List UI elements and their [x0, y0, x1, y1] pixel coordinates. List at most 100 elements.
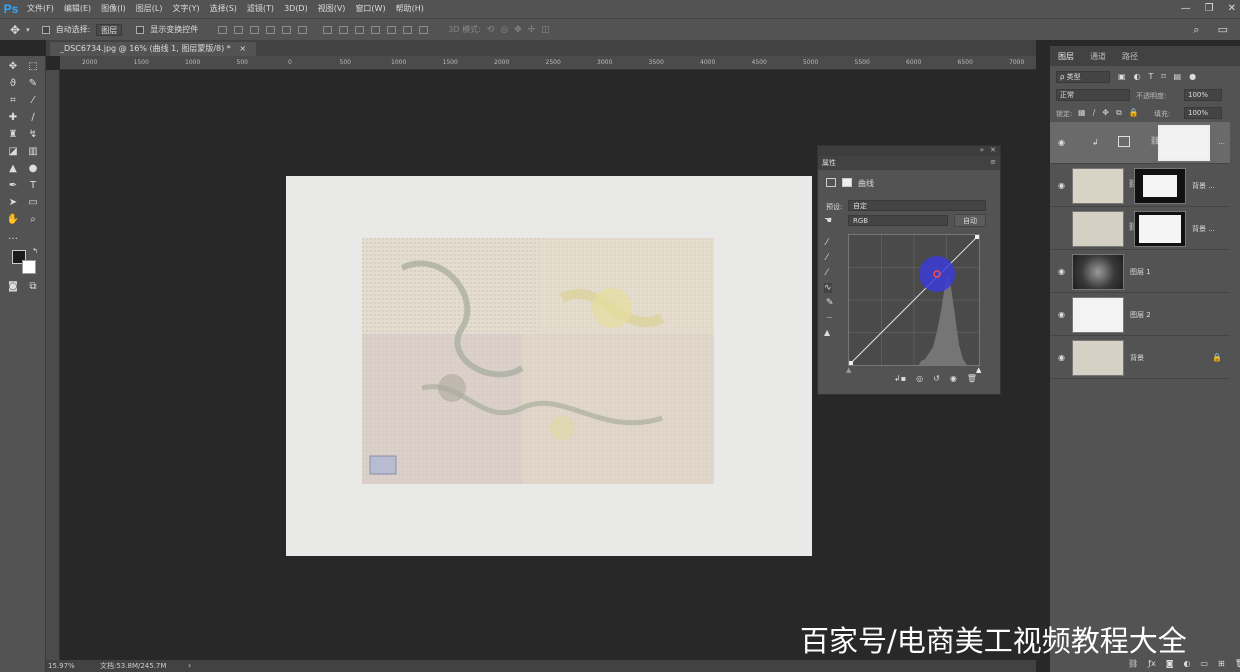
quick-select-tool-icon[interactable]: ✎: [26, 77, 40, 91]
close-panel-icon[interactable]: ✕: [990, 146, 996, 154]
opacity-input[interactable]: 100%: [1184, 89, 1222, 101]
zoom-tool-icon[interactable]: ⌕: [26, 213, 40, 227]
distribute-hcenter-icon[interactable]: [387, 25, 397, 34]
marquee-tool-icon[interactable]: ⬚: [26, 60, 40, 74]
menu-help[interactable]: 帮助(H): [391, 0, 429, 18]
layer-row-curves[interactable]: ◉ ↲ ⛓ …: [1050, 122, 1230, 164]
collapse-panel-icon[interactable]: »: [980, 146, 984, 154]
curves-graph[interactable]: [848, 234, 980, 366]
white-point-eyedropper-icon[interactable]: ⁄: [826, 268, 828, 278]
layer-row-background-copy-2[interactable]: ⛓ 背景 ...: [1050, 208, 1230, 250]
auto-select-dropdown[interactable]: 图层: [96, 23, 123, 36]
layer-thumbnail[interactable]: [1072, 254, 1124, 290]
properties-tab[interactable]: 属性: [822, 158, 836, 168]
fill-input[interactable]: 100%: [1184, 107, 1222, 119]
visibility-eye-icon[interactable]: ◉: [1058, 267, 1065, 276]
layer-mask-icon[interactable]: [842, 178, 852, 187]
blend-mode-dropdown[interactable]: 正常: [1056, 89, 1130, 101]
menu-select[interactable]: 选择(S): [205, 0, 242, 18]
menu-layer[interactable]: 图层(L): [131, 0, 168, 18]
slide-3d-icon[interactable]: ✢: [528, 25, 536, 35]
white-input-slider-icon[interactable]: ▲: [976, 366, 981, 374]
zoom-level[interactable]: 15.97%: [48, 660, 75, 672]
align-left-icon[interactable]: [266, 25, 276, 34]
eraser-tool-icon[interactable]: ◪: [6, 145, 20, 159]
layer-thumbnail[interactable]: [1072, 340, 1124, 376]
targeted-adjust-icon[interactable]: ☚: [824, 216, 832, 226]
crop-tool-icon[interactable]: ⌗: [6, 94, 20, 108]
background-color-swatch[interactable]: [22, 260, 36, 274]
filter-pixel-icon[interactable]: ▣: [1118, 72, 1126, 81]
curve-point-tool-icon[interactable]: ∿: [824, 283, 832, 293]
lock-position-icon[interactable]: ✥: [1102, 108, 1109, 118]
filter-toggle-icon[interactable]: ●: [1189, 72, 1196, 81]
visibility-eye-icon[interactable]: ◉: [1058, 353, 1065, 362]
pan-3d-icon[interactable]: ✥: [514, 25, 522, 35]
layer-name[interactable]: 图层 2: [1130, 310, 1151, 320]
new-group-icon[interactable]: ▭: [1200, 659, 1208, 668]
screen-mode-icon[interactable]: ⧉: [26, 280, 40, 294]
hand-tool-icon[interactable]: ✋: [6, 213, 20, 227]
layer-name[interactable]: 图层 1: [1130, 267, 1151, 277]
distribute-right-icon[interactable]: [403, 25, 413, 34]
distribute-left-icon[interactable]: [371, 25, 381, 34]
gray-point-eyedropper-icon[interactable]: ⁄: [826, 253, 828, 263]
panel-menu-icon[interactable]: ≡: [990, 158, 996, 166]
channel-dropdown[interactable]: RGB: [848, 215, 948, 226]
pen-tool-icon[interactable]: ✒: [6, 179, 20, 193]
lock-transparent-icon[interactable]: ▦: [1078, 108, 1086, 118]
black-point-eyedropper-icon[interactable]: ⁄: [826, 238, 828, 248]
view-previous-icon[interactable]: ◎: [916, 374, 923, 383]
tab-channels[interactable]: 通道: [1090, 51, 1106, 62]
type-tool-icon[interactable]: T: [26, 179, 40, 193]
new-layer-icon[interactable]: ⊞: [1218, 659, 1225, 668]
minimize-button[interactable]: —: [1181, 0, 1191, 18]
layer-row-layer-1[interactable]: ◉ 图层 1: [1050, 251, 1230, 293]
more-tools-icon[interactable]: …: [6, 230, 20, 244]
distribute-bottom-icon[interactable]: [355, 25, 365, 34]
mask-thumbnail[interactable]: [1134, 168, 1186, 204]
curve-pencil-tool-icon[interactable]: ✎: [826, 298, 834, 308]
mask-thumbnail[interactable]: [1134, 211, 1186, 247]
dodge-tool-icon[interactable]: ●: [26, 162, 40, 176]
align-hcenter-icon[interactable]: [282, 25, 292, 34]
delete-icon[interactable]: 🗑: [967, 374, 977, 383]
blur-tool-icon[interactable]: ▲: [6, 162, 20, 176]
visibility-eye-icon[interactable]: ◉: [1058, 138, 1065, 147]
healing-tool-icon[interactable]: ✚: [6, 111, 20, 125]
swap-colors-icon[interactable]: ↰: [28, 244, 42, 258]
lock-artboard-icon[interactable]: ⧉: [1116, 108, 1122, 118]
layer-row-background-copy[interactable]: ◉ ⛓ 背景 ...: [1050, 165, 1230, 207]
orbit-3d-icon[interactable]: ⟲: [487, 25, 495, 35]
menu-filter[interactable]: 滤镜(T): [242, 0, 279, 18]
gradient-tool-icon[interactable]: ▥: [26, 145, 40, 159]
layer-name[interactable]: 背景: [1130, 353, 1144, 363]
close-button[interactable]: ✕: [1228, 0, 1236, 18]
roll-3d-icon[interactable]: ◎: [500, 25, 508, 35]
menu-view[interactable]: 视图(V): [313, 0, 351, 18]
history-brush-tool-icon[interactable]: ↯: [26, 128, 40, 142]
restore-button[interactable]: ❐: [1205, 0, 1214, 18]
curves-mask-thumbnail[interactable]: [1158, 125, 1210, 161]
brush-tool-icon[interactable]: ∕: [26, 111, 40, 125]
filter-type-icon[interactable]: T: [1149, 72, 1154, 81]
smooth-curve-icon[interactable]: ∼: [826, 313, 833, 322]
layer-thumbnail[interactable]: [1072, 297, 1124, 333]
layer-thumbnail[interactable]: [1072, 168, 1124, 204]
layer-name[interactable]: 背景 ...: [1192, 224, 1215, 234]
show-transform-checkbox[interactable]: [136, 25, 145, 34]
menu-type[interactable]: 文字(Y): [167, 0, 204, 18]
layer-name[interactable]: 背景 ...: [1192, 181, 1215, 191]
distribute-vcenter-icon[interactable]: [339, 25, 349, 34]
layer-thumbnail[interactable]: [1072, 211, 1124, 247]
status-arrow-icon[interactable]: ›: [188, 660, 191, 672]
move-tool-icon[interactable]: ✥: [10, 23, 20, 37]
stamp-tool-icon[interactable]: ♜: [6, 128, 20, 142]
menu-window[interactable]: 窗口(W): [350, 0, 390, 18]
properties-titlebar[interactable]: » ✕: [818, 146, 1000, 156]
quick-mask-icon[interactable]: ◙: [6, 280, 20, 294]
auto-button[interactable]: 自动: [954, 214, 986, 227]
document-tab[interactable]: _DSC6734.jpg @ 16% (曲线 1, 图层蒙版/8) * ×: [50, 42, 257, 56]
delete-layer-icon[interactable]: 🗑: [1235, 659, 1240, 668]
reset-icon[interactable]: ↺: [933, 374, 940, 383]
